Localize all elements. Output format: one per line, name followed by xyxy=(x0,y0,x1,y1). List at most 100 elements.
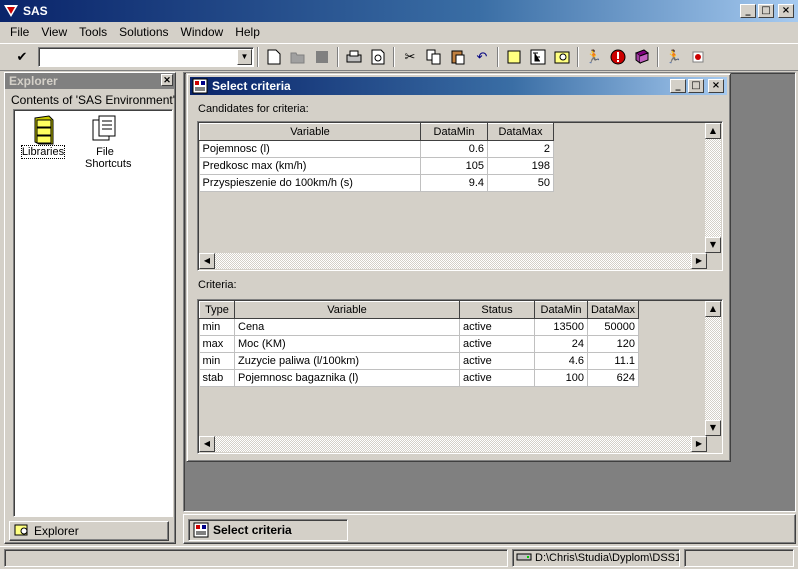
table-row[interactable]: min Cena active 13500 50000 xyxy=(199,318,639,336)
column-header-datamin[interactable]: DataMin xyxy=(420,123,488,141)
cell-status[interactable]: active xyxy=(459,318,535,336)
scroll-left-icon[interactable]: ◀ xyxy=(199,253,215,269)
scroll-left-icon[interactable]: ◀ xyxy=(199,436,215,452)
table-row[interactable]: max Moc (KM) active 24 120 xyxy=(199,335,639,353)
child-maximize-button[interactable]: □ xyxy=(688,79,704,93)
cell-datamax[interactable]: 120 xyxy=(587,335,639,353)
menu-tools[interactable]: Tools xyxy=(73,25,113,39)
scroll-up-icon[interactable]: ▲ xyxy=(705,123,721,139)
cell-status[interactable]: active xyxy=(459,335,535,353)
table-row[interactable]: Pojemnosc (l) 0.6 2 xyxy=(199,140,554,158)
save-icon[interactable] xyxy=(310,46,334,68)
menu-help[interactable]: Help xyxy=(229,25,266,39)
menu-solutions[interactable]: Solutions xyxy=(113,25,174,39)
explorer-item-libraries[interactable]: Libraries xyxy=(18,114,68,159)
explorer-tab[interactable]: Explorer xyxy=(9,521,169,541)
undo-icon[interactable]: ↶ xyxy=(470,46,494,68)
run-icon[interactable]: 🏃 xyxy=(582,46,606,68)
column-header-variable[interactable]: Variable xyxy=(234,301,460,319)
command-input[interactable]: ▼ xyxy=(38,47,254,67)
column-header-variable[interactable]: Variable xyxy=(199,123,421,141)
cell-datamin[interactable]: 24 xyxy=(534,335,588,353)
close-icon[interactable]: ✕ xyxy=(161,74,173,86)
menu-file[interactable]: File xyxy=(4,25,35,39)
cell-datamin[interactable]: 13500 xyxy=(534,318,588,336)
candidates-vertical-scrollbar[interactable]: ▲ ▼ xyxy=(705,123,721,253)
cell-type[interactable]: max xyxy=(199,335,235,353)
cell-type[interactable]: min xyxy=(199,318,235,336)
print-preview-icon[interactable] xyxy=(366,46,390,68)
taskbar-item-select-criteria[interactable]: Select criteria xyxy=(188,519,348,541)
cell-datamax[interactable]: 50000 xyxy=(587,318,639,336)
runner-icon[interactable]: 🏃 xyxy=(662,46,686,68)
cell-datamax[interactable]: 624 xyxy=(587,369,639,387)
libraries-icon[interactable] xyxy=(502,46,526,68)
cell-status[interactable]: active xyxy=(459,369,535,387)
minimize-button[interactable]: _ xyxy=(740,4,756,18)
paste-icon[interactable] xyxy=(446,46,470,68)
table-row[interactable]: stab Pojemnosc bagaznika (l) active 100 … xyxy=(199,369,639,387)
cell-datamax[interactable]: 2 xyxy=(487,140,554,158)
scroll-down-icon[interactable]: ▼ xyxy=(705,420,721,436)
menu-window[interactable]: Window xyxy=(175,25,230,39)
scroll-right-icon[interactable]: ▶ xyxy=(691,253,707,269)
scroll-down-icon[interactable]: ▼ xyxy=(705,237,721,253)
explorer-title: Explorer xyxy=(9,74,58,88)
cell-datamax[interactable]: 11.1 xyxy=(587,352,639,370)
window-taskbar: Select criteria xyxy=(183,514,796,544)
cell-datamin[interactable]: 4.6 xyxy=(534,352,588,370)
cell-variable[interactable]: Zuzycie paliwa (l/100km) xyxy=(234,352,460,370)
table-row[interactable]: min Zuzycie paliwa (l/100km) active 4.6 … xyxy=(199,352,639,370)
cell-datamax[interactable]: 198 xyxy=(487,157,554,175)
cell-datamin[interactable]: 9.4 xyxy=(420,174,488,192)
new-document-icon[interactable] xyxy=(262,46,286,68)
cell-status[interactable]: active xyxy=(459,352,535,370)
submit-icon[interactable] xyxy=(686,46,710,68)
taskbar-item-label: Select criteria xyxy=(213,523,292,537)
child-minimize-button[interactable]: _ xyxy=(670,79,686,93)
explorer-tree-icon[interactable] xyxy=(526,46,550,68)
table-row[interactable]: Przyspieszenie do 100km/h (s) 9.4 50 xyxy=(199,174,554,192)
cell-datamin[interactable]: 100 xyxy=(534,369,588,387)
break-icon[interactable] xyxy=(606,46,630,68)
cell-variable[interactable]: Przyspieszenie do 100km/h (s) xyxy=(199,174,421,192)
column-header-type[interactable]: Type xyxy=(199,301,235,319)
criteria-vertical-scrollbar[interactable]: ▲ ▼ xyxy=(705,301,721,436)
explorer-tab-label: Explorer xyxy=(34,524,79,538)
column-header-status[interactable]: Status xyxy=(459,301,535,319)
explorer-item-file-shortcuts[interactable]: File Shortcuts xyxy=(76,114,134,170)
cut-icon[interactable]: ✂ xyxy=(398,46,422,68)
cell-variable[interactable]: Cena xyxy=(234,318,460,336)
cell-datamin[interactable]: 0.6 xyxy=(420,140,488,158)
cell-variable[interactable]: Moc (KM) xyxy=(234,335,460,353)
cell-type[interactable]: stab xyxy=(199,369,235,387)
open-folder-icon[interactable] xyxy=(286,46,310,68)
table-row[interactable]: Predkosc max (km/h) 105 198 xyxy=(199,157,554,175)
copy-icon[interactable] xyxy=(422,46,446,68)
child-close-button[interactable]: × xyxy=(708,79,724,93)
column-header-datamax[interactable]: DataMax xyxy=(487,123,554,141)
scroll-right-icon[interactable]: ▶ xyxy=(691,436,707,452)
status-empty-segment xyxy=(684,549,794,567)
chevron-down-icon[interactable]: ▼ xyxy=(237,49,252,65)
child-titlebar: Select criteria _ □ × xyxy=(190,77,727,95)
print-icon[interactable] xyxy=(342,46,366,68)
cell-datamin[interactable]: 105 xyxy=(420,157,488,175)
scroll-up-icon[interactable]: ▲ xyxy=(705,301,721,317)
cabinet-icon xyxy=(27,114,59,146)
cell-variable[interactable]: Pojemnosc bagaznika (l) xyxy=(234,369,460,387)
find-icon[interactable] xyxy=(550,46,574,68)
column-header-datamax[interactable]: DataMax xyxy=(587,301,639,319)
cell-datamax[interactable]: 50 xyxy=(487,174,554,192)
menu-view[interactable]: View xyxy=(35,25,73,39)
maximize-button[interactable]: □ xyxy=(758,4,774,18)
criteria-horizontal-scrollbar[interactable]: ◀ ▶ xyxy=(199,436,707,452)
help-book-icon[interactable] xyxy=(630,46,654,68)
candidates-horizontal-scrollbar[interactable]: ◀ ▶ xyxy=(199,253,707,269)
cell-variable[interactable]: Pojemnosc (l) xyxy=(199,140,421,158)
column-header-datamin[interactable]: DataMin xyxy=(534,301,588,319)
checkmark-icon[interactable]: ✔ xyxy=(10,46,34,68)
cell-variable[interactable]: Predkosc max (km/h) xyxy=(199,157,421,175)
close-button[interactable]: × xyxy=(778,4,794,18)
cell-type[interactable]: min xyxy=(199,352,235,370)
